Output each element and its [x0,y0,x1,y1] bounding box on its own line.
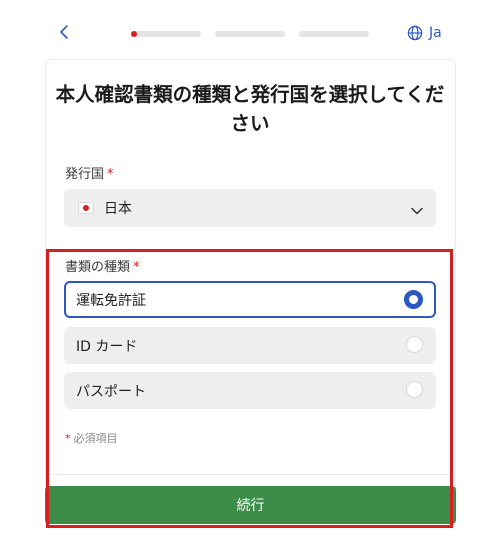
language-label: Ja [429,25,442,41]
back-button[interactable] [54,21,74,43]
country-label-text: 発行国 [65,167,105,182]
divider [46,474,455,475]
required-mark: * [65,432,71,445]
option-label: 運転免許証 [76,292,146,309]
continue-button[interactable]: 続行 [45,486,456,524]
option-label: ID カード [76,338,138,355]
chevron-left-icon [54,21,74,43]
option-label: パスポート [76,383,146,400]
globe-icon [407,25,423,41]
document-type-label-text: 書類の種類 [65,260,131,275]
progress-indicator [131,31,137,37]
progress-step-3 [299,31,369,37]
language-selector[interactable]: Ja [407,23,442,43]
country-select-value: 日本 [104,201,132,217]
country-field-label: 発行国 * [65,163,114,182]
radio-unselected-icon[interactable] [406,381,423,398]
document-type-field-label: 書類の種類 * [65,256,140,275]
required-mark: * [107,167,114,182]
country-select[interactable]: 日本 [64,189,436,227]
progress-step-1 [131,31,201,37]
radio-selected-icon[interactable] [404,290,423,309]
required-mark: * [133,260,140,275]
option-passport[interactable]: パスポート [64,372,436,409]
option-drivers-license[interactable]: 運転免許証 [64,281,436,318]
radio-unselected-icon[interactable] [406,336,423,353]
required-note-text: 必須項目 [73,432,118,445]
top-bar: Ja [0,0,480,66]
chevron-down-icon [410,202,424,221]
progress-step-2 [215,31,285,37]
option-id-card[interactable]: ID カード [64,327,436,364]
page-title: 本人確認書類の種類と発行国を選択してください [55,83,445,135]
required-fields-note: * 必須項目 [65,430,118,446]
japan-flag-icon [78,202,94,214]
